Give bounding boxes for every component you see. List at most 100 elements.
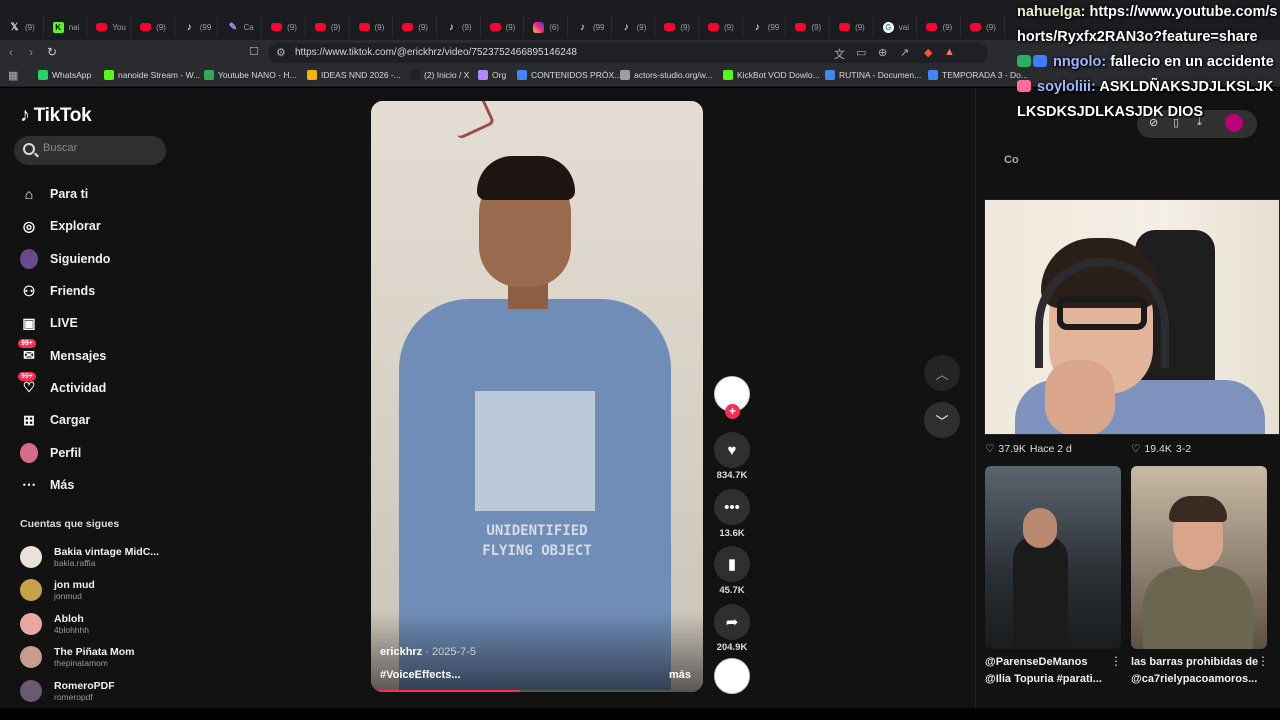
related-thumbnail-1[interactable] — [985, 466, 1121, 649]
browser-tab[interactable]: ♪ (99 — [568, 16, 612, 38]
sidebar-item-cargar[interactable]: ⊞ Cargar — [20, 404, 110, 436]
sidebar-item-para-ti[interactable]: ⌂ Para ti — [20, 178, 110, 210]
reload-icon[interactable]: ↻ — [47, 45, 57, 59]
sidebar-item-m-s[interactable]: ⋯ Más — [20, 469, 110, 501]
following-account[interactable]: RomeroPDF romeropdf — [20, 674, 159, 708]
video-meta: erickhrz · 2025-7-5 — [380, 646, 476, 658]
video-progress[interactable] — [371, 690, 703, 692]
related-caption-2[interactable]: las barras prohibidas de @ca7rielypacoam… — [1131, 654, 1258, 688]
bookmark-item[interactable]: WhatsApp — [38, 70, 91, 80]
browser-tab[interactable]: (9) — [350, 16, 394, 38]
tab-label: (9) — [680, 22, 691, 32]
back-icon[interactable]: ‹ — [9, 45, 13, 59]
browser-tab[interactable]: ♪ (99 — [175, 16, 219, 38]
browser-tab[interactable]: (9) — [306, 16, 350, 38]
browser-tab[interactable]: Gvai — [874, 16, 918, 38]
bookmark-item[interactable]: nanoide Stream - W... — [104, 70, 200, 80]
search-icon[interactable] — [23, 143, 35, 155]
share-button[interactable]: ➦ — [714, 604, 750, 640]
following-account[interactable]: The Piñata Mom thepinatamom — [20, 641, 159, 675]
caption-line: @ParenseDeManos — [985, 656, 1088, 668]
site-info-icon[interactable]: ⚙ — [276, 46, 286, 59]
bookmark-item[interactable]: actors-studio.org/w... — [620, 70, 712, 80]
sidebar-item-friends[interactable]: ⚇ Friends — [20, 275, 110, 307]
video-player[interactable]: UNIDENTIFIED FLYING OBJECT erickhrz · 20… — [371, 101, 703, 692]
browser-tab[interactable]: You — [87, 16, 132, 38]
share-count: 204.9K — [716, 642, 748, 653]
url-text[interactable]: https://www.tiktok.com/@erickhrz/video/7… — [295, 47, 577, 58]
more-options-icon[interactable]: ⋮ — [1257, 654, 1269, 668]
following-account[interactable]: Bakia vintage MidC... bakia.raffia — [20, 540, 159, 574]
bookmark-item[interactable]: KickBot VOD Dowlo... — [723, 70, 820, 80]
bookmark-item[interactable]: (2) Inicio / X — [410, 70, 469, 80]
bookmark-item[interactable]: RUTINA - Documen... — [825, 70, 921, 80]
browser-tab[interactable]: ♪ (9) — [612, 16, 656, 38]
browser-tab[interactable]: (9) — [655, 16, 699, 38]
account-username: bakia.raffia — [54, 557, 96, 568]
browser-tab[interactable]: ✎ Ca — [218, 16, 263, 38]
chat-emote-icon — [1033, 55, 1047, 67]
following-account[interactable]: jon mud jonmud — [20, 574, 159, 608]
sidebar-item-explorar[interactable]: ◎ Explorar — [20, 210, 110, 242]
video-username[interactable]: erickhrz — [380, 646, 422, 658]
sidebar-item-perfil[interactable]: Perfil — [20, 436, 110, 468]
sidebar-item-actividad[interactable]: ♡ 99+ Actividad — [18, 371, 110, 404]
next-video-button[interactable]: ﹀ — [924, 402, 960, 438]
browser-tab[interactable]: (9) — [393, 16, 437, 38]
video-more-link[interactable]: más — [669, 669, 691, 681]
address-bar[interactable]: ⚙ https://www.tiktok.com/@erickhrz/video… — [268, 43, 988, 63]
more-options-icon[interactable]: ⋮ — [1110, 654, 1122, 668]
sidebar-item-mensajes[interactable]: ✉ 99+ Mensajes — [18, 339, 110, 371]
comments-tab[interactable]: Co — [1004, 154, 1019, 166]
translate-icon[interactable]: 文 — [834, 46, 845, 62]
heart-emote-icon — [1017, 80, 1031, 92]
like-button[interactable]: ♥ — [714, 432, 750, 468]
search-input[interactable] — [43, 142, 158, 154]
browser-tab[interactable]: (6) — [524, 16, 568, 38]
like-count: 834.7K — [716, 470, 748, 481]
browser-tab[interactable]: ♪ (99 — [743, 16, 787, 38]
cast-icon[interactable]: ▭ — [856, 46, 866, 59]
previous-video-button[interactable]: ︿ — [924, 355, 960, 391]
bookmark-icon[interactable]: ☐ — [249, 45, 259, 58]
save-button[interactable]: ▮ — [714, 546, 750, 582]
browser-tab[interactable]: (9) — [786, 16, 831, 38]
tiktok-logo[interactable]: ♪ TikTok — [20, 104, 92, 127]
browser-tab[interactable]: Knai — [44, 16, 88, 38]
browser-tab[interactable]: (9) — [699, 16, 743, 38]
rewards-icon[interactable]: ▲ — [944, 46, 955, 58]
sidebar-item-siguiendo[interactable]: Siguiendo — [20, 243, 110, 275]
bookmark-item[interactable]: TEMPORADA 3 - Do... — [928, 70, 1028, 80]
comment-button[interactable]: ••• — [714, 489, 750, 525]
apps-grid-icon[interactable]: ▦ — [8, 69, 18, 82]
browser-tab[interactable]: (9) — [830, 16, 874, 38]
browser-tab[interactable]: (9) — [262, 16, 306, 38]
follow-plus-icon[interactable]: + — [725, 404, 740, 419]
related-caption-1[interactable]: @ParenseDeManos @Ilia Topuria #parati... — [985, 654, 1102, 688]
browser-tab[interactable]: 𝕏 (9) — [0, 16, 44, 38]
browser-tab[interactable]: (9) — [961, 16, 1005, 38]
brave-shield-icon[interactable]: ◆ — [924, 46, 932, 59]
webcam-overlay — [984, 199, 1280, 435]
browser-tab[interactable]: (9) — [917, 16, 962, 38]
video-hashtags[interactable]: #VoiceEffects... — [380, 669, 461, 681]
avatar — [20, 545, 42, 568]
share-icon[interactable]: ↗ — [900, 46, 909, 59]
sidebar-item-live[interactable]: ▣ LIVE — [20, 307, 110, 339]
bookmark-item[interactable]: IDEAS NND 2026 -... — [307, 70, 401, 80]
forward-icon[interactable]: › — [29, 45, 33, 59]
search-box[interactable] — [14, 136, 166, 165]
bookmark-item[interactable]: Org — [478, 70, 506, 80]
sound-disc[interactable] — [714, 658, 750, 694]
bookmark-item[interactable]: Youtube NANO - H... — [204, 70, 297, 80]
bookmark-favicon-icon — [825, 70, 835, 80]
bookmark-favicon-icon — [928, 70, 938, 80]
browser-tab[interactable]: (9) — [131, 16, 175, 38]
following-account[interactable]: Abloh 4blohhhh — [20, 607, 159, 641]
related-likes-2: 19.4K — [1144, 443, 1172, 455]
zoom-icon[interactable]: ⊕ — [878, 46, 887, 59]
browser-tab[interactable]: (9) — [481, 16, 525, 38]
bookmark-item[interactable]: CONTENIDOS PRÓX... — [517, 70, 621, 80]
browser-tab[interactable]: ♪ (9) — [437, 16, 481, 38]
related-thumbnail-2[interactable] — [1131, 466, 1267, 649]
